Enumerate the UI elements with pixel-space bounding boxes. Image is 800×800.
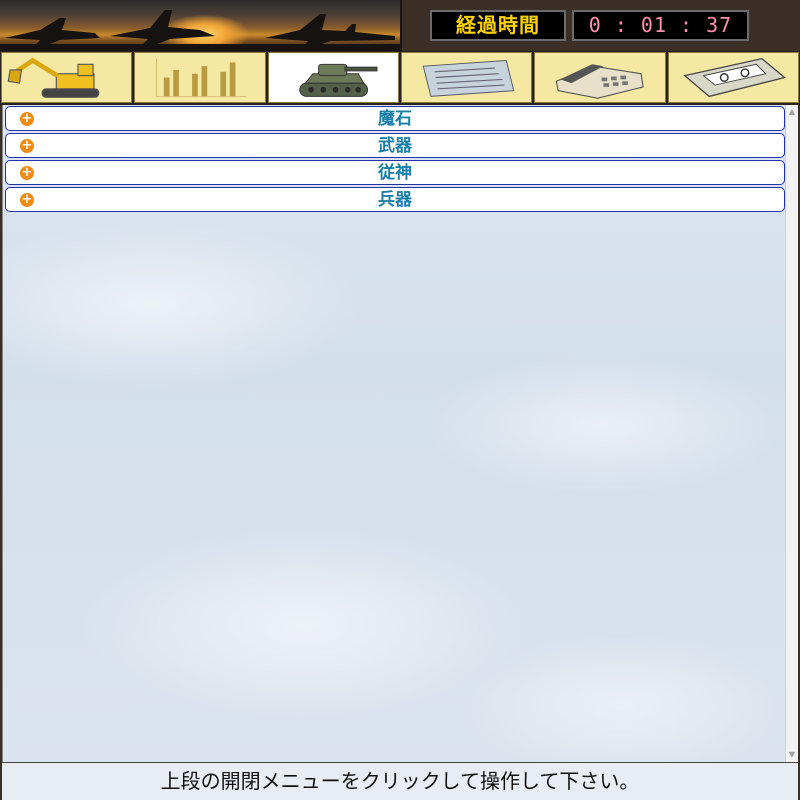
menu-item-label: 武器 (378, 136, 412, 156)
menu-item-weapons[interactable]: + 武器 (5, 133, 785, 158)
header-banner-image (0, 0, 400, 51)
main-content: + 魔石 + 武器 + 従神 + 兵器 (2, 105, 786, 762)
menu-item-label: 従神 (378, 163, 412, 183)
accordion-menu: + 魔石 + 武器 + 従神 + 兵器 (5, 106, 785, 214)
elapsed-time-label: 経過時間 (430, 10, 566, 41)
elapsed-time-value: 0 : 01 : 37 (572, 10, 749, 41)
tank-button[interactable] (267, 52, 399, 103)
newspaper-icon (422, 60, 515, 97)
menu-item-magic-stones[interactable]: + 魔石 (5, 106, 785, 131)
telephone-icon (555, 64, 644, 99)
excavator-icon (7, 57, 100, 98)
toolbar (0, 51, 800, 105)
scroll-up-arrow-icon[interactable]: ▲ (786, 105, 798, 119)
menu-item-label: 兵器 (378, 190, 412, 210)
status-message: 上段の開閉メニューをクリックして操作して下さい。 (2, 762, 798, 800)
scroll-down-arrow-icon[interactable]: ▼ (786, 748, 798, 762)
chart-table-icon (156, 58, 247, 97)
statistics-button[interactable] (134, 52, 266, 103)
excavator-button[interactable] (1, 52, 133, 103)
vertical-scrollbar[interactable]: ▲ ▼ (785, 105, 798, 762)
cassette-tape-button[interactable] (667, 52, 799, 103)
telephone-button[interactable] (534, 52, 666, 103)
cassette-tape-icon (682, 57, 786, 98)
timer-panel: 経過時間 0 : 01 : 37 (400, 0, 800, 51)
newspaper-button[interactable] (400, 52, 533, 103)
menu-item-armaments[interactable]: + 兵器 (5, 187, 785, 212)
fighter-jets-silhouette (0, 10, 400, 51)
menu-item-label: 魔石 (378, 109, 412, 129)
menu-item-followers[interactable]: + 従神 (5, 160, 785, 185)
tank-icon (298, 63, 378, 97)
